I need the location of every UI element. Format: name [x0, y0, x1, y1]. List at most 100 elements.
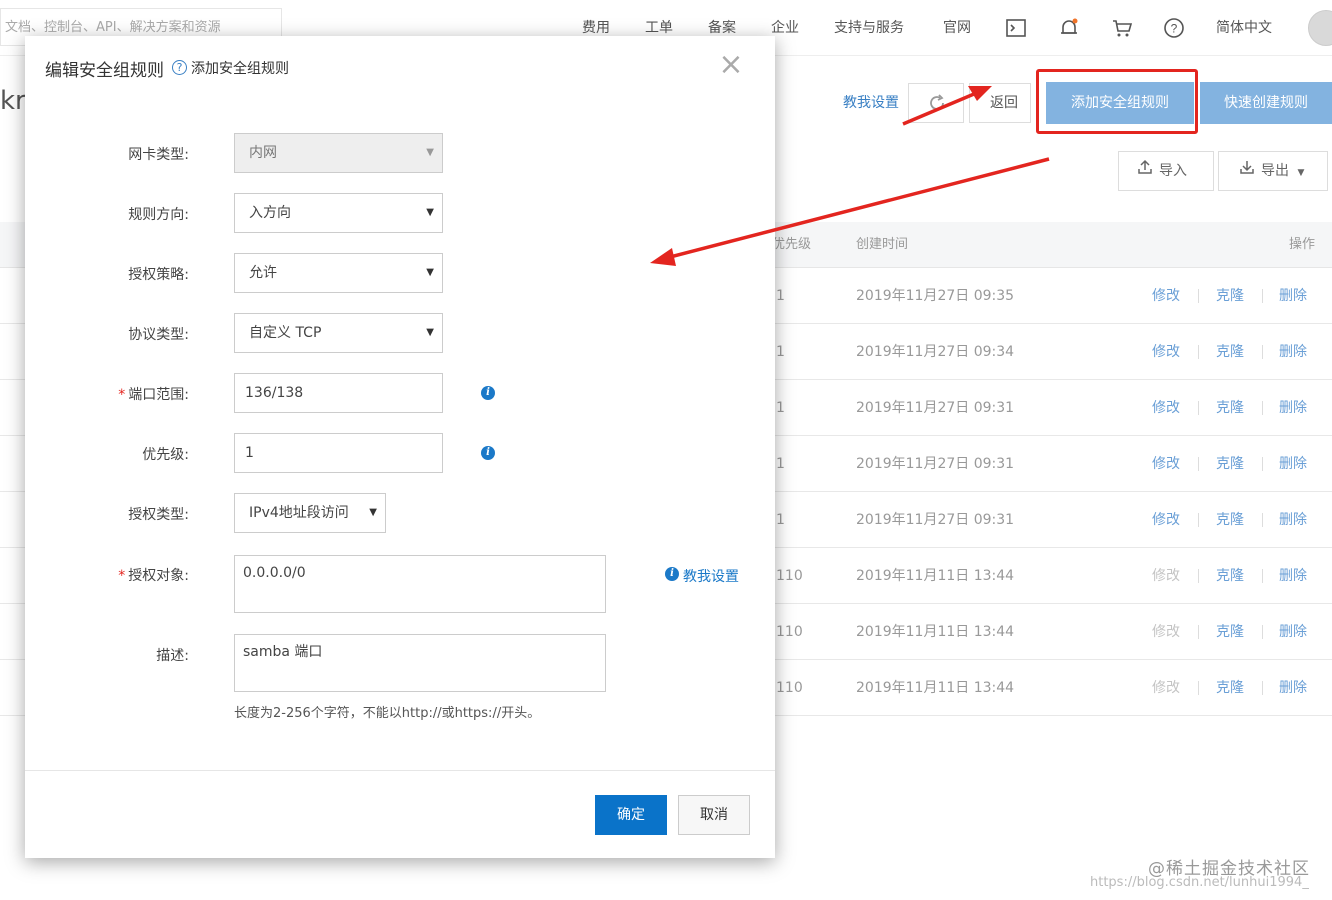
delete-link[interactable]: 删除	[1279, 268, 1307, 324]
action-divider	[1262, 625, 1263, 639]
cell-created: 2019年11月27日 09:31	[856, 512, 1015, 528]
action-divider	[1262, 457, 1263, 471]
description-textarea[interactable]: samba 端口	[234, 634, 606, 692]
direction-value: 入方向	[249, 205, 291, 221]
clone-link[interactable]: 克隆	[1216, 268, 1244, 324]
delete-link[interactable]: 删除	[1279, 436, 1307, 492]
delete-link[interactable]: 删除	[1279, 660, 1307, 716]
clone-link[interactable]: 克隆	[1216, 604, 1244, 660]
clone-link[interactable]: 克隆	[1216, 380, 1244, 436]
info-icon[interactable]: i	[481, 386, 495, 400]
priority-input[interactable]: 1	[234, 433, 443, 473]
nav-support[interactable]: 支持与服务	[834, 0, 904, 56]
watermark-url: https://blog.csdn.net/lunhui1994_	[1090, 875, 1309, 890]
refresh-button[interactable]	[908, 83, 964, 123]
back-button[interactable]: 返回	[969, 83, 1031, 123]
nic-type-select: 内网 ▼	[234, 133, 443, 173]
edit-link: 修改	[1152, 680, 1180, 696]
port-range-input[interactable]: 136/138	[234, 373, 443, 413]
edit-link[interactable]: 修改	[1152, 436, 1180, 492]
edit-link[interactable]: 修改	[1152, 324, 1180, 380]
edit-link: 修改	[1152, 624, 1180, 640]
avatar[interactable]	[1308, 10, 1332, 46]
clone-link[interactable]: 克隆	[1216, 492, 1244, 548]
cell-created: 2019年11月27日 09:31	[856, 400, 1015, 416]
caret-down-icon: ▼	[426, 267, 434, 278]
cell-priority: 1	[776, 344, 785, 360]
policy-value: 允许	[249, 265, 277, 281]
edit-link[interactable]: 修改	[1152, 380, 1180, 436]
delete-link[interactable]: 删除	[1279, 492, 1307, 548]
terminal-icon[interactable]	[1004, 16, 1028, 40]
clone-link[interactable]: 克隆	[1216, 660, 1244, 716]
nav-official-site[interactable]: 官网	[943, 0, 971, 56]
action-divider	[1262, 345, 1263, 359]
action-divider	[1262, 289, 1263, 303]
action-divider	[1198, 569, 1199, 583]
page-title: kr	[0, 86, 26, 116]
import-button[interactable]: 导入	[1118, 151, 1214, 191]
export-button[interactable]: 导出 ▼	[1218, 151, 1328, 191]
edit-security-rule-dialog: 编辑安全组规则 ? 添加安全组规则 × 网卡类型: 内网 ▼ 规则方向: 入方向…	[25, 36, 775, 858]
cell-priority: 110	[776, 624, 803, 640]
cell-priority: 1	[776, 456, 785, 472]
auth-type-select[interactable]: IPv4地址段访问 ▼	[234, 493, 386, 533]
confirm-button[interactable]: 确定	[595, 795, 667, 835]
description-label: 描述:	[156, 648, 189, 664]
delete-link[interactable]: 删除	[1279, 324, 1307, 380]
teach-me-link[interactable]: 教我设置	[683, 566, 739, 586]
auth-type-label: 授权类型:	[128, 507, 189, 523]
download-icon	[1239, 152, 1255, 190]
port-range-label: * 端口范围:	[25, 384, 189, 404]
clone-link[interactable]: 克隆	[1216, 436, 1244, 492]
priority-label: 优先级:	[142, 447, 189, 463]
nav-enterprise[interactable]: 企业	[771, 0, 799, 56]
direction-label: 规则方向:	[128, 207, 189, 223]
edit-link[interactable]: 修改	[1152, 492, 1180, 548]
auth-object-label-text: 授权对象:	[128, 568, 189, 584]
cell-created: 2019年11月27日 09:35	[856, 288, 1015, 304]
protocol-label: 协议类型:	[128, 327, 189, 343]
delete-link[interactable]: 删除	[1279, 548, 1307, 604]
cart-icon[interactable]	[1110, 16, 1134, 40]
clone-link[interactable]: 克隆	[1216, 324, 1244, 380]
action-divider	[1198, 681, 1199, 695]
chevron-down-icon: ▼	[1297, 168, 1305, 178]
annotation-highlight-box	[1036, 69, 1198, 134]
th-created: 创建时间	[856, 237, 909, 252]
info-icon[interactable]: i	[481, 446, 495, 460]
edit-link[interactable]: 修改	[1152, 268, 1180, 324]
action-divider	[1198, 289, 1199, 303]
direction-select[interactable]: 入方向 ▼	[234, 193, 443, 233]
action-divider	[1198, 345, 1199, 359]
port-range-label-text: 端口范围:	[128, 387, 189, 403]
bell-icon[interactable]	[1057, 16, 1081, 40]
protocol-value: 自定义 TCP	[249, 325, 322, 341]
cell-created: 2019年11月11日 13:44	[856, 680, 1015, 696]
close-icon[interactable]: ×	[717, 50, 745, 80]
required-mark: *	[118, 568, 126, 584]
cell-created: 2019年11月27日 09:31	[856, 456, 1015, 472]
cell-created: 2019年11月27日 09:34	[856, 344, 1015, 360]
delete-link[interactable]: 删除	[1279, 604, 1307, 660]
action-divider	[1198, 625, 1199, 639]
language-switch[interactable]: 简体中文	[1216, 0, 1272, 56]
teach-me-link[interactable]: 教我设置	[843, 92, 899, 112]
protocol-select[interactable]: 自定义 TCP ▼	[234, 313, 443, 353]
action-divider	[1198, 457, 1199, 471]
question-icon[interactable]: ?	[172, 60, 187, 75]
auth-type-value: IPv4地址段访问	[249, 505, 349, 521]
cancel-button[interactable]: 取消	[678, 795, 750, 835]
upload-icon	[1137, 152, 1153, 190]
auth-object-textarea[interactable]: 0.0.0.0/0	[234, 555, 606, 613]
cell-priority: 110	[776, 680, 803, 696]
import-label: 导入	[1159, 163, 1187, 179]
help-icon[interactable]: ?	[1162, 16, 1186, 40]
quick-create-rule-button[interactable]: 快速创建规则	[1200, 82, 1332, 124]
clone-link[interactable]: 克隆	[1216, 548, 1244, 604]
dialog-help-link[interactable]: 添加安全组规则	[191, 58, 289, 78]
delete-link[interactable]: 删除	[1279, 380, 1307, 436]
policy-select[interactable]: 允许 ▼	[234, 253, 443, 293]
caret-down-icon: ▼	[426, 327, 434, 338]
action-divider	[1262, 401, 1263, 415]
